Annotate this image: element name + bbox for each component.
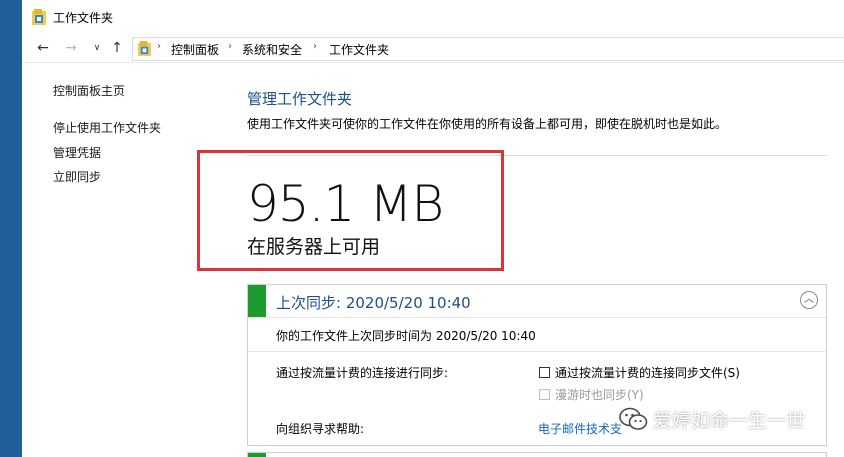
folder-icon [138, 41, 151, 56]
sync-status-stripe [248, 285, 266, 317]
breadcrumb-system-security[interactable]: 系统和安全 [242, 41, 302, 58]
sidebar-item-sync-now[interactable]: 立即同步 [53, 168, 101, 185]
breadcrumb-separator-icon[interactable]: › [313, 41, 317, 52]
back-arrow-icon[interactable]: ← [34, 39, 52, 57]
wechat-icon [619, 407, 648, 430]
page-title: 管理工作文件夹 [247, 90, 353, 108]
highlight-box [197, 150, 504, 271]
last-sync-detail: 你的工作文件上次同步时间为 2020/5/20 10:40 [276, 329, 536, 343]
secondary-panel-stripe [248, 453, 266, 457]
title-bar: 工作文件夹 [22, 0, 844, 34]
breadcrumb-control-panel[interactable]: 控制面板 [171, 41, 219, 58]
sidebar-item-control-panel-home[interactable]: 控制面板主页 [53, 82, 125, 99]
secondary-panel [247, 452, 827, 457]
metered-sync-label: 通过按流量计费的连接进行同步: [276, 366, 449, 380]
metered-sync-checkbox-label[interactable]: 通过按流量计费的连接同步文件(S) [555, 364, 740, 381]
window-title: 工作文件夹 [53, 11, 114, 25]
forward-arrow-icon[interactable]: → [62, 39, 80, 57]
divider [248, 351, 826, 352]
breadcrumb-separator-icon[interactable]: › [157, 41, 161, 52]
sidebar-item-manage-credentials[interactable]: 管理凭据 [53, 144, 101, 161]
work-folders-window: 工作文件夹 ← → ∨ ↑ › 控制面板 › 系统和安全 › 工作文件夹 控制面… [22, 0, 844, 457]
up-arrow-icon[interactable]: ↑ [108, 39, 126, 57]
roaming-sync-checkbox-label: 漫游时也同步(Y) [555, 388, 644, 402]
help-label: 向组织寻求帮助: [276, 422, 365, 436]
breadcrumb-work-folders[interactable]: 工作文件夹 [329, 41, 389, 58]
sync-panel-title: 上次同步: 2020/5/20 10:40 [276, 294, 471, 312]
page-description: 使用工作文件夹可使你的工作文件在你使用的所有设备上都可用，即使在脱机时也是如此。 [247, 117, 728, 131]
chevron-down-icon[interactable]: ∨ [88, 39, 106, 57]
sidebar-item-stop-using[interactable]: 停止使用工作文件夹 [53, 119, 161, 136]
folder-icon [32, 9, 46, 25]
divider [248, 317, 826, 318]
chevron-up-icon[interactable]: ︿ [800, 291, 818, 309]
email-support-link[interactable]: 电子邮件技术支 [538, 420, 622, 437]
breadcrumb-separator-icon[interactable]: › [228, 41, 232, 52]
roaming-sync-checkbox [539, 389, 550, 400]
navigation-bar: ← → ∨ ↑ › 控制面板 › 系统和安全 › 工作文件夹 [22, 34, 844, 63]
address-bar[interactable]: › 控制面板 › 系统和安全 › 工作文件夹 [132, 37, 844, 61]
metered-sync-checkbox[interactable] [539, 367, 550, 378]
watermark-text: 爱婷如命一生一世 [653, 410, 806, 432]
